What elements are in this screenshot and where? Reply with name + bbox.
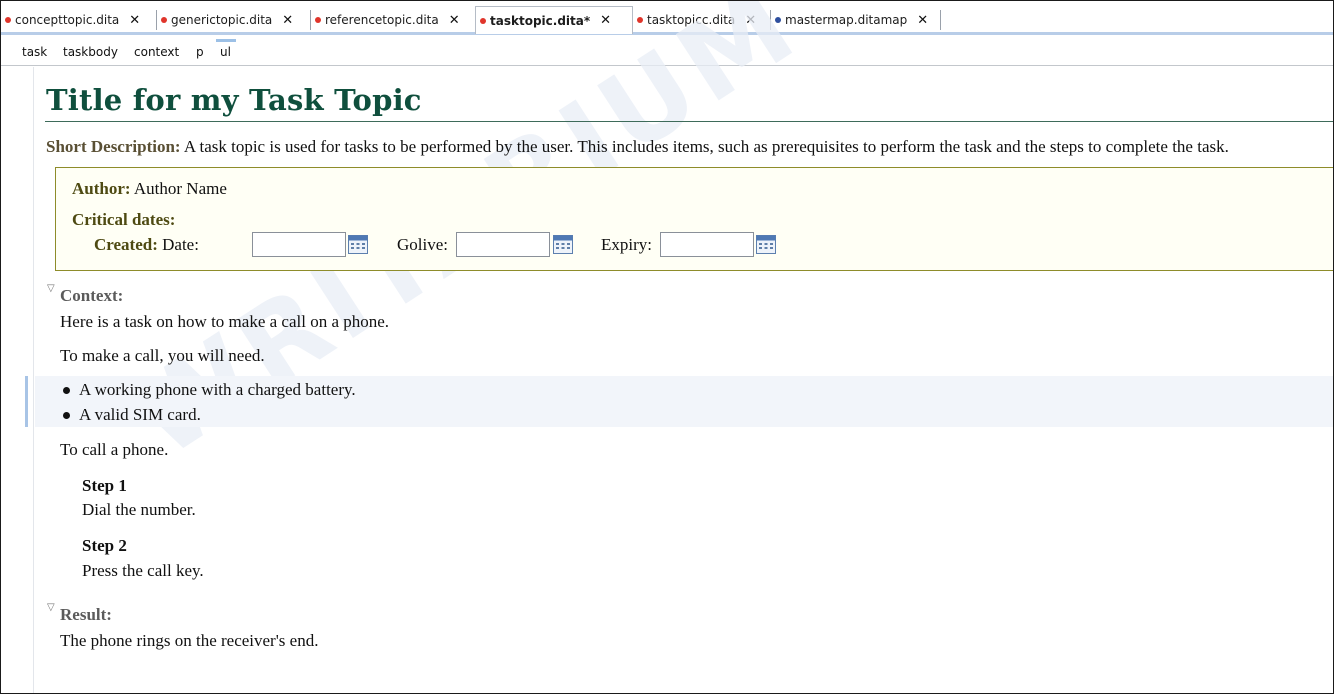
breadcrumb-item-p[interactable]: p bbox=[196, 45, 204, 59]
modified-dot-icon bbox=[480, 17, 486, 24]
date-label: Date: bbox=[162, 235, 199, 254]
breadcrumb: task taskbody context p ul bbox=[1, 36, 1333, 66]
result-heading[interactable]: Result: bbox=[60, 605, 112, 625]
context-heading[interactable]: Context: bbox=[60, 286, 123, 306]
bullet-icon bbox=[63, 387, 70, 394]
close-tab-icon[interactable]: ✕ bbox=[129, 13, 140, 28]
tab-bar-accent bbox=[1, 32, 1333, 35]
short-description-text: A task topic is used for tasks to be per… bbox=[183, 137, 1229, 156]
bullet-icon bbox=[63, 412, 70, 419]
step-heading: Step 2 bbox=[82, 536, 127, 555]
calendar-icon[interactable] bbox=[756, 235, 776, 254]
expiry-label: Expiry: bbox=[601, 235, 652, 254]
breadcrumb-item-task[interactable]: task bbox=[22, 45, 47, 59]
document-area[interactable]: WRITARIUM Title for my Task Topic Short … bbox=[1, 1, 1333, 693]
breadcrumb-item-taskbody[interactable]: taskbody bbox=[63, 45, 118, 59]
tab-mastermap[interactable]: mastermap.ditamap ✕ bbox=[771, 8, 941, 32]
tab-separator bbox=[940, 10, 941, 30]
critical-dates-label: Critical dates: bbox=[72, 210, 175, 230]
critical-dates-text: Critical dates: bbox=[72, 210, 176, 229]
context-paragraph[interactable]: To make a call, you will need. bbox=[60, 346, 265, 366]
selected-element-bar bbox=[25, 376, 28, 427]
golive-date-field[interactable] bbox=[456, 232, 550, 257]
context-paragraph[interactable]: To call a phone. bbox=[60, 440, 168, 460]
created-date-field[interactable] bbox=[252, 232, 346, 257]
tab-generictopic[interactable]: generictopic.dita ✕ bbox=[157, 8, 311, 32]
editor-window: concepttopic.dita ✕ generictopic.dita ✕ … bbox=[0, 0, 1334, 694]
expiry-date-field[interactable] bbox=[660, 232, 754, 257]
author-label: Author: bbox=[72, 179, 131, 198]
close-tab-icon[interactable]: ✕ bbox=[745, 13, 756, 28]
modified-dot-icon bbox=[775, 17, 781, 23]
collapse-result-icon[interactable]: ▽ bbox=[47, 602, 55, 613]
author-value[interactable]: Author Name bbox=[134, 179, 227, 198]
collapse-context-icon[interactable]: ▽ bbox=[47, 283, 55, 294]
golive-label: Golive: bbox=[397, 235, 448, 254]
step-heading: Step 1 bbox=[82, 476, 127, 495]
close-tab-icon[interactable]: ✕ bbox=[600, 13, 611, 28]
page-title[interactable]: Title for my Task Topic bbox=[46, 83, 422, 117]
list-item[interactable]: A valid SIM card. bbox=[79, 405, 201, 425]
created-label: Created: bbox=[94, 235, 158, 254]
close-tab-icon[interactable]: ✕ bbox=[449, 13, 460, 28]
close-tab-icon[interactable]: ✕ bbox=[917, 13, 928, 28]
tab-concepttopic[interactable]: concepttopic.dita ✕ bbox=[1, 8, 157, 32]
step-text[interactable]: Dial the number. bbox=[82, 500, 196, 520]
breadcrumb-item-ul[interactable]: ul bbox=[220, 45, 231, 59]
short-description-label: Short Description: bbox=[46, 137, 181, 156]
author-row: Author: Author Name bbox=[72, 179, 227, 199]
tab-label: mastermap.ditamap bbox=[785, 13, 908, 27]
breadcrumb-item-context[interactable]: context bbox=[134, 45, 179, 59]
tab-tasktopicc[interactable]: tasktopicc.dita ✕ bbox=[633, 8, 771, 32]
calendar-icon[interactable] bbox=[553, 235, 573, 254]
tab-label: tasktopicc.dita bbox=[647, 13, 736, 27]
short-description[interactable]: Short Description: A task topic is used … bbox=[46, 137, 1229, 157]
tab-label: concepttopic.dita bbox=[15, 13, 120, 27]
modified-dot-icon bbox=[5, 17, 11, 23]
tab-label: generictopic.dita bbox=[171, 13, 273, 27]
modified-dot-icon bbox=[637, 17, 643, 23]
tab-tasktopic[interactable]: tasktopic.dita* ✕ bbox=[475, 6, 633, 34]
prolog-box: Author: Author Name Critical dates: Crea… bbox=[55, 167, 1333, 271]
breadcrumb-current-marker bbox=[216, 39, 236, 42]
context-paragraph[interactable]: Here is a task on how to make a call on … bbox=[60, 312, 389, 332]
tab-label: referencetopic.dita bbox=[325, 13, 439, 27]
tab-referencetopic[interactable]: referencetopic.dita ✕ bbox=[311, 8, 475, 32]
editor-tab-bar: concepttopic.dita ✕ generictopic.dita ✕ … bbox=[1, 1, 1333, 35]
result-text[interactable]: The phone rings on the receiver's end. bbox=[60, 631, 318, 651]
title-underline bbox=[45, 121, 1333, 122]
tab-label: tasktopic.dita* bbox=[490, 13, 591, 28]
close-tab-icon[interactable]: ✕ bbox=[282, 13, 293, 28]
created-row: Created: Date: bbox=[94, 235, 199, 255]
modified-dot-icon bbox=[315, 17, 321, 23]
step-text[interactable]: Press the call key. bbox=[82, 561, 204, 581]
list-item[interactable]: A working phone with a charged battery. bbox=[79, 380, 356, 400]
modified-dot-icon bbox=[161, 17, 167, 23]
calendar-icon[interactable] bbox=[348, 235, 368, 254]
